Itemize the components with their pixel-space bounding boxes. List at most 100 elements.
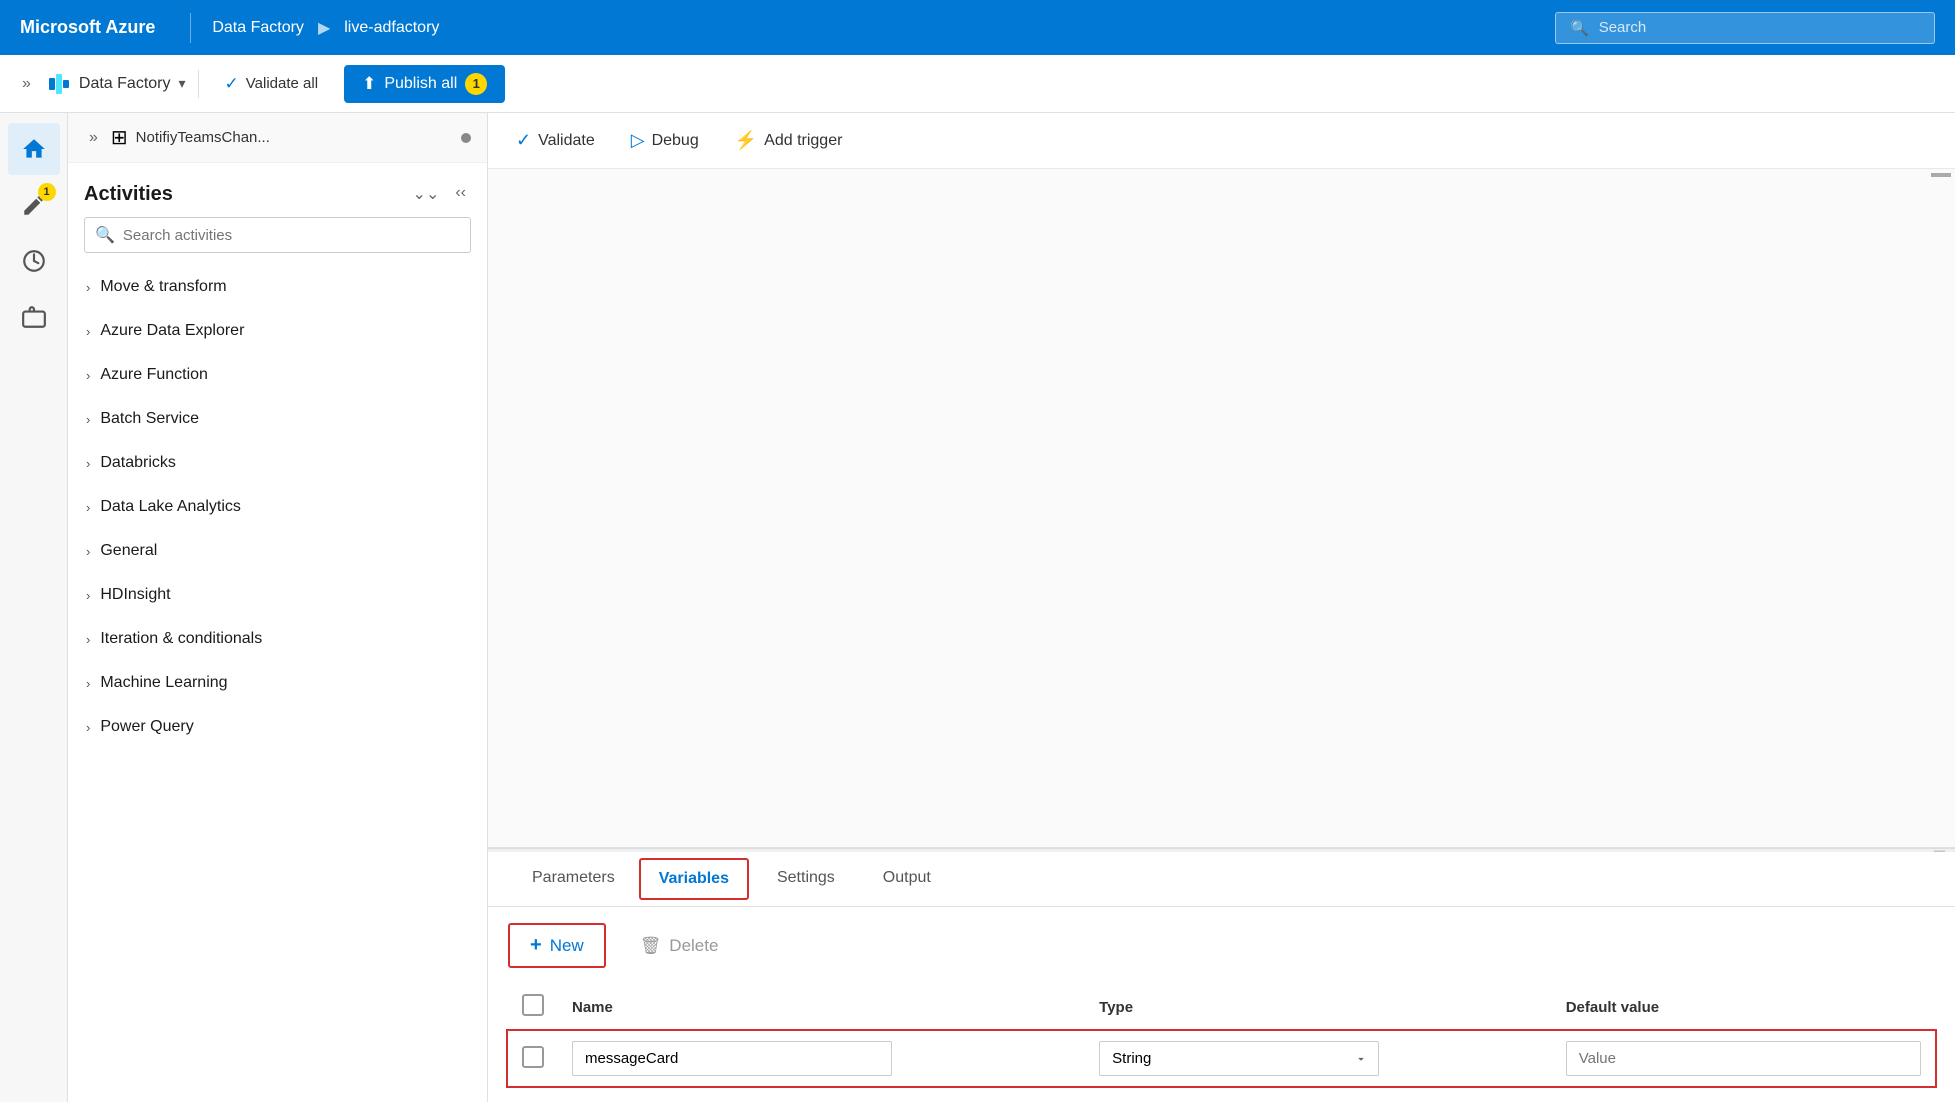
main-layout: 1 » ⊞ NotifiyTeamsChan... Activities ⌄⌄ — [0, 113, 1955, 1102]
chevron-icon: › — [86, 632, 90, 647]
toolbar-df-chevron[interactable]: ▾ — [179, 75, 186, 92]
list-item[interactable]: › Azure Function — [76, 353, 479, 397]
icon-bar: 1 — [0, 113, 68, 1102]
activity-label: Move & transform — [100, 278, 226, 296]
row-default-cell — [1552, 1031, 1935, 1087]
right-area: ✓ Validate ▷ Debug ⚡ Add trigger — — [488, 113, 1955, 1102]
publish-all-button[interactable]: ⬆ Publish all 1 — [344, 65, 505, 103]
monitor-icon — [21, 248, 47, 274]
nav-divider — [190, 13, 191, 43]
tab-settings[interactable]: Settings — [753, 853, 859, 906]
add-trigger-button[interactable]: ⚡ Add trigger — [727, 125, 851, 156]
chevron-icon: › — [86, 720, 90, 735]
toolbar-df-label: Data Factory — [79, 75, 171, 93]
trash-icon: 🗑 — [640, 936, 662, 956]
trigger-icon: ⚡ — [735, 130, 757, 151]
list-item[interactable]: › Move & transform — [76, 265, 479, 309]
chevron-icon: › — [86, 456, 90, 471]
unsaved-indicator — [461, 133, 471, 143]
brand-label: Microsoft Azure — [20, 17, 155, 38]
nav-separator: ▶ — [318, 18, 330, 38]
chevron-icon: › — [86, 412, 90, 427]
nav-path: Data Factory ▶ live-adfactory — [206, 18, 445, 38]
plus-icon: + — [530, 934, 542, 957]
tabs-row: Parameters Variables Settings Output — [488, 852, 1955, 907]
row-checkbox[interactable] — [522, 1046, 544, 1068]
col-header-name: Name — [558, 984, 1085, 1031]
list-item[interactable]: › HDInsight — [76, 573, 479, 617]
activity-label: Machine Learning — [100, 674, 227, 692]
validate-button[interactable]: ✓ Validate — [508, 125, 603, 156]
main-toolbar: » Data Factory ▾ ✓ Validate all ⬆ Publis… — [0, 55, 1955, 113]
col-header-default: Default value — [1552, 984, 1935, 1031]
top-nav: Microsoft Azure Data Factory ▶ live-adfa… — [0, 0, 1955, 55]
publish-icon: ⬆ — [362, 74, 376, 94]
chevron-icon: › — [86, 280, 90, 295]
variables-table: Name Type Default value — [508, 984, 1935, 1086]
toolbar-expand-icon[interactable]: » — [18, 71, 35, 97]
tab-parameters[interactable]: Parameters — [508, 853, 639, 906]
toolkit-icon — [21, 304, 47, 330]
activity-label: HDInsight — [100, 586, 170, 604]
debug-button[interactable]: ▷ Debug — [623, 125, 707, 156]
sidebar-item-home[interactable] — [8, 123, 60, 175]
activities-title: Activities — [84, 183, 173, 206]
validate-check-icon: ✓ — [516, 130, 531, 151]
variables-content: + New 🗑 Delete — [488, 907, 1955, 1102]
validate-icon: ✓ — [225, 74, 239, 94]
sidebar-item-monitor[interactable] — [8, 235, 60, 287]
search-input[interactable] — [1599, 19, 1920, 36]
sidebar-item-manage[interactable] — [8, 291, 60, 343]
left-panel: » ⊞ NotifiyTeamsChan... Activities ⌄⌄ ‹‹… — [68, 113, 488, 1102]
toolbar-divider — [198, 70, 199, 98]
activity-label: General — [100, 542, 157, 560]
activities-title-row: Activities ⌄⌄ ‹‹ — [68, 163, 487, 217]
list-item[interactable]: › General — [76, 529, 479, 573]
activity-label: Batch Service — [100, 410, 199, 428]
select-all-checkbox[interactable] — [522, 994, 544, 1016]
table-header-row: Name Type Default value — [508, 984, 1935, 1031]
activities-controls: ⌄⌄ ‹‹ — [408, 181, 471, 207]
activity-list: › Move & transform › Azure Data Explorer… — [68, 265, 487, 1102]
list-item[interactable]: › Databricks — [76, 441, 479, 485]
panel-expand-icon[interactable]: » — [84, 126, 103, 150]
tab-variables[interactable]: Variables — [639, 858, 749, 900]
list-item[interactable]: › Machine Learning — [76, 661, 479, 705]
chevron-icon: › — [86, 500, 90, 515]
list-item[interactable]: › Batch Service — [76, 397, 479, 441]
variable-type-select[interactable]: String Boolean Array — [1099, 1041, 1379, 1076]
nav-service: Data Factory — [212, 19, 304, 37]
validate-all-button[interactable]: ✓ Validate all — [211, 67, 333, 101]
list-item[interactable]: › Iteration & conditionals — [76, 617, 479, 661]
bottom-panel: — Parameters Variables Settings Output — [488, 847, 1955, 1102]
pipeline-name: NotifiyTeamsChan... — [136, 129, 453, 146]
variable-name-input[interactable] — [572, 1041, 892, 1076]
collapse-icon[interactable]: ⌄⌄ — [408, 181, 445, 207]
delete-variable-button[interactable]: 🗑 Delete — [622, 927, 737, 965]
data-factory-icon — [47, 72, 71, 96]
variable-default-input[interactable] — [1566, 1041, 1921, 1076]
new-variable-button[interactable]: + New — [508, 923, 606, 968]
toolbar-df: Data Factory ▾ — [47, 72, 186, 96]
chevron-icon: › — [86, 368, 90, 383]
row-name-cell — [558, 1031, 1085, 1087]
search-bar[interactable]: 🔍 — [1555, 12, 1935, 44]
activity-label: Azure Data Explorer — [100, 322, 244, 340]
search-activities-icon: 🔍 — [95, 225, 115, 245]
activity-label: Azure Function — [100, 366, 208, 384]
list-item[interactable]: › Azure Data Explorer — [76, 309, 479, 353]
activities-search-box[interactable]: 🔍 — [84, 217, 471, 253]
canvas-area — [488, 169, 1955, 847]
canvas-toolbar: ✓ Validate ▷ Debug ⚡ Add trigger — [488, 113, 1955, 169]
var-actions: + New 🗑 Delete — [508, 923, 1935, 968]
list-item[interactable]: › Power Query — [76, 705, 479, 749]
activity-label: Iteration & conditionals — [100, 630, 262, 648]
row-checkbox-cell — [508, 1031, 558, 1087]
tab-output[interactable]: Output — [859, 853, 955, 906]
list-item[interactable]: › Data Lake Analytics — [76, 485, 479, 529]
activity-label: Databricks — [100, 454, 176, 472]
search-icon: 🔍 — [1570, 19, 1589, 37]
search-activities-input[interactable] — [123, 227, 460, 244]
collapse-left-icon[interactable]: ‹‹ — [450, 181, 471, 207]
sidebar-item-author[interactable]: 1 — [8, 179, 60, 231]
